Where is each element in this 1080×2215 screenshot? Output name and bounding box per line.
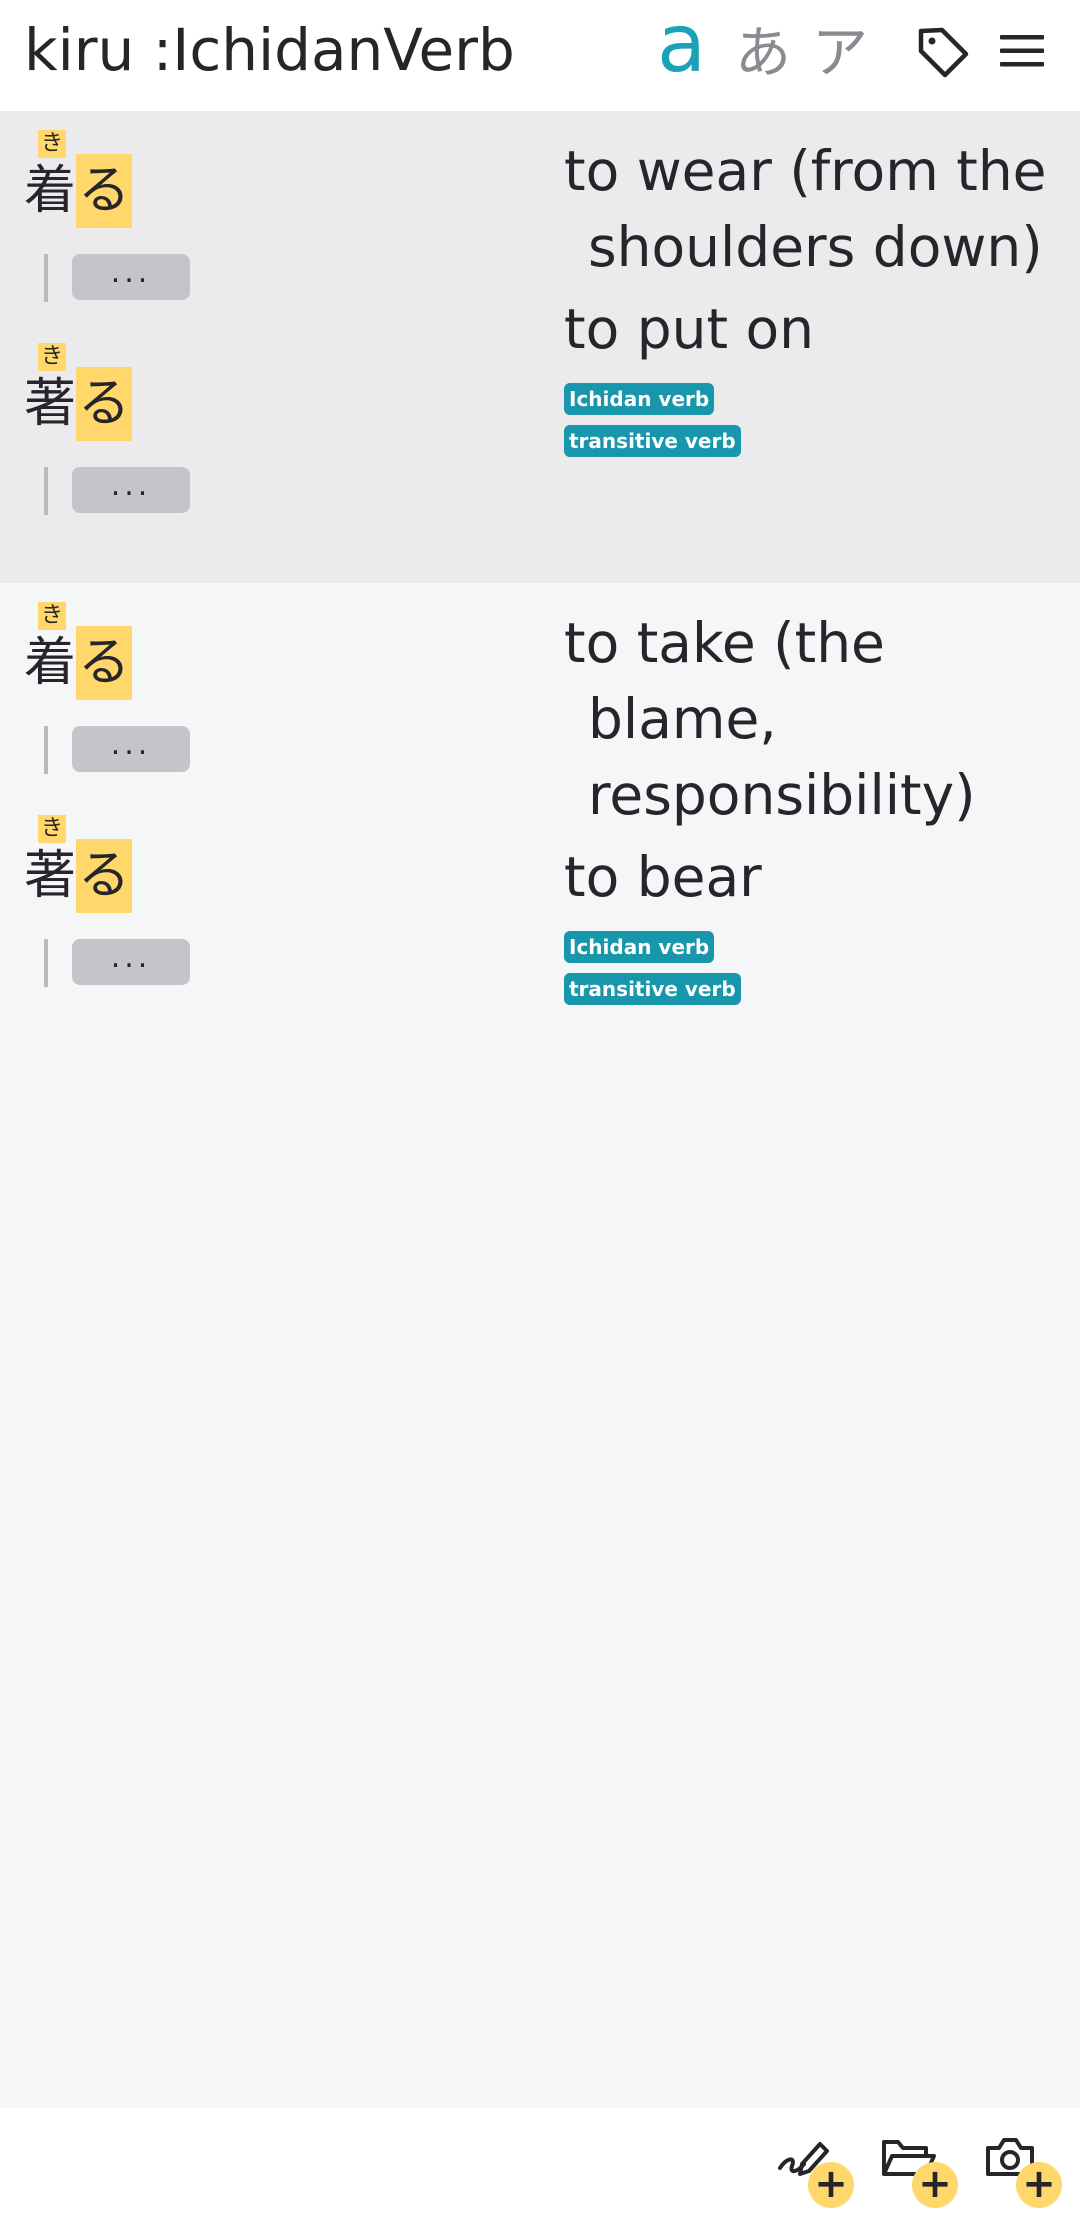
furigana: き: [38, 343, 67, 371]
okurigana: る: [76, 154, 133, 228]
page-title: kiru :IchidanVerb: [24, 16, 515, 84]
word-reading[interactable]: 著きる: [24, 343, 133, 441]
more-button[interactable]: ...: [72, 726, 190, 772]
form-divider: [44, 726, 48, 774]
form-more-row: ...: [22, 254, 222, 304]
meaning: to put on: [564, 297, 815, 361]
kanji: 著き: [24, 343, 77, 434]
part-of-speech-tag: Ichidan verb: [564, 931, 715, 963]
add-folder-button[interactable]: +: [880, 2134, 960, 2208]
more-button[interactable]: ...: [72, 254, 190, 300]
form-divider: [44, 939, 48, 987]
word-reading[interactable]: 着きる: [24, 602, 133, 700]
form-more-row: ...: [22, 939, 222, 989]
furigana: き: [38, 815, 67, 843]
plus-badge: +: [1016, 2162, 1062, 2208]
meaning: to bear: [564, 845, 762, 909]
furigana: き: [38, 130, 67, 158]
meanings-list: to take (the blame, responsibility) to b…: [564, 605, 1064, 1005]
more-button[interactable]: ...: [72, 939, 190, 985]
add-photo-button[interactable]: +: [984, 2134, 1064, 2208]
word-reading[interactable]: 着きる: [24, 130, 133, 228]
dictionary-entry[interactable]: 着きる ... 著きる ... to wear (from the should…: [0, 111, 1080, 583]
okurigana: る: [76, 839, 133, 913]
okurigana: る: [76, 626, 133, 700]
meanings-list: to wear (from the shoulders down) to put…: [564, 133, 1064, 457]
okurigana: る: [76, 367, 133, 441]
part-of-speech-tag: Ichidan verb: [564, 383, 715, 415]
entry-form: 着きる: [24, 602, 133, 700]
meaning: to take (the blame, responsibility): [564, 611, 976, 827]
hiragana-mode-button[interactable]: あ: [735, 8, 791, 100]
add-drawing-button[interactable]: +: [776, 2134, 856, 2208]
entry-form: 著きる: [24, 343, 133, 441]
tag-icon[interactable]: [916, 25, 970, 79]
more-button[interactable]: ...: [72, 467, 190, 513]
word-reading[interactable]: 著きる: [24, 815, 133, 913]
plus-badge: +: [808, 2162, 854, 2208]
meaning: to wear (from the shoulders down): [564, 139, 1047, 279]
entry-form: 着きる: [24, 130, 133, 228]
kanji: 著き: [24, 815, 77, 906]
kanji: 着き: [24, 602, 77, 693]
form-divider: [44, 254, 48, 302]
app-header: kiru :IchidanVerb a あ ア: [0, 0, 1080, 111]
part-of-speech-tag: transitive verb: [564, 425, 741, 457]
bottom-toolbar: + + +: [0, 2108, 1080, 2215]
kanji: 着き: [24, 130, 77, 221]
form-more-row: ...: [22, 726, 222, 776]
dictionary-entry[interactable]: 着きる ... 著きる ... to take (the blame, resp…: [0, 583, 1080, 1013]
form-more-row: ...: [22, 467, 222, 517]
plus-badge: +: [912, 2162, 958, 2208]
form-divider: [44, 467, 48, 515]
katakana-mode-button[interactable]: ア: [812, 8, 868, 100]
part-of-speech-tag: transitive verb: [564, 973, 741, 1005]
entry-form: 著きる: [24, 815, 133, 913]
romaji-mode-button[interactable]: a: [657, 0, 706, 90]
furigana: き: [38, 602, 67, 630]
menu-icon[interactable]: [998, 31, 1046, 71]
